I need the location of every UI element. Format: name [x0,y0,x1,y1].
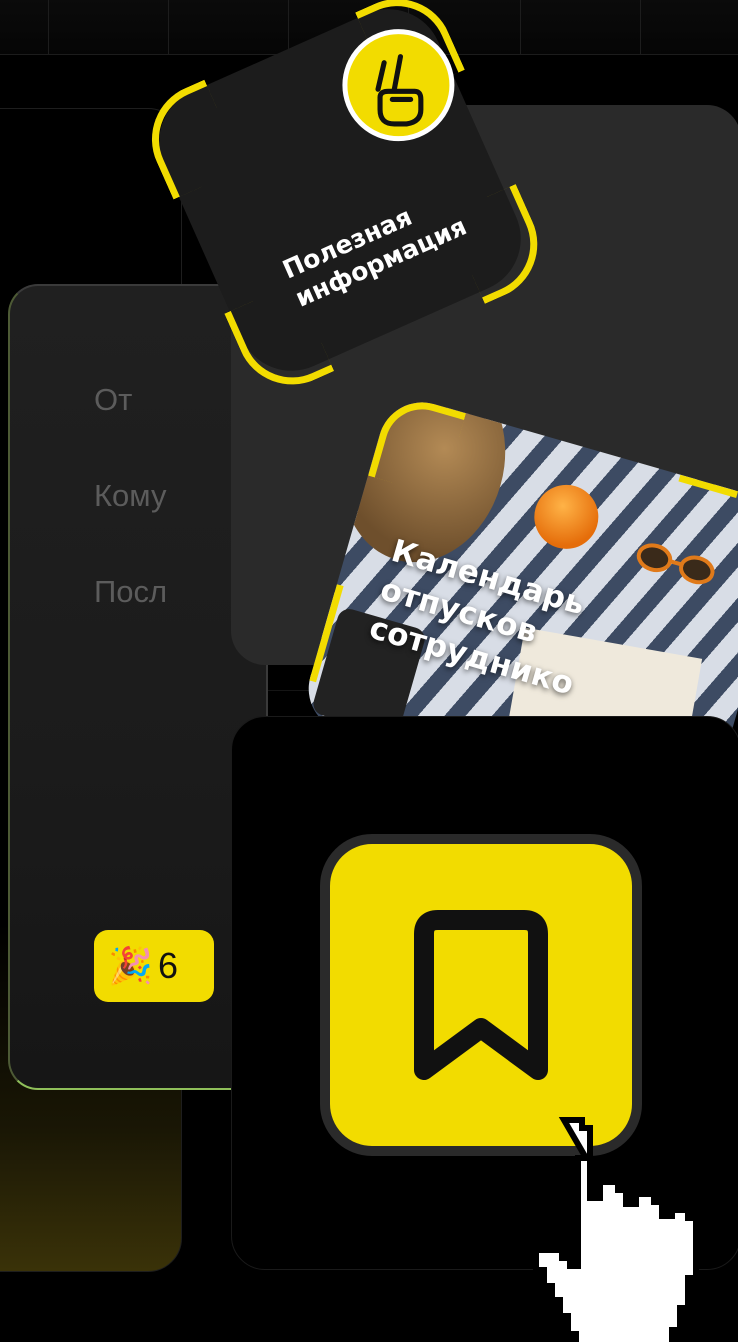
to-field[interactable]: Кому [94,478,166,514]
congrats-chip[interactable]: 🎉 6 [94,930,214,1002]
useful-info-card[interactable]: Полезная информация [134,0,556,403]
orange-image [526,477,606,557]
grid-cell [520,0,641,54]
pointer-hand-cursor-icon [533,1117,699,1342]
party-popper-icon: 🎉 [108,945,153,986]
grid-cell [640,0,738,54]
message-field[interactable]: Посл [94,574,167,610]
bookmark-button[interactable] [320,834,642,1156]
victory-hand-icon [342,29,455,142]
chip-text: 6 [158,945,179,986]
message-form-card: От Кому Посл 🎉 6 [8,284,268,1090]
from-field[interactable]: От [94,382,132,418]
stage: От Кому Посл 🎉 6 Календарь отпусков сотр… [0,0,738,1342]
useful-info-tile: Полезная информация [134,0,556,403]
bookmark-icon [414,910,548,1080]
sunglasses-image [636,543,715,585]
